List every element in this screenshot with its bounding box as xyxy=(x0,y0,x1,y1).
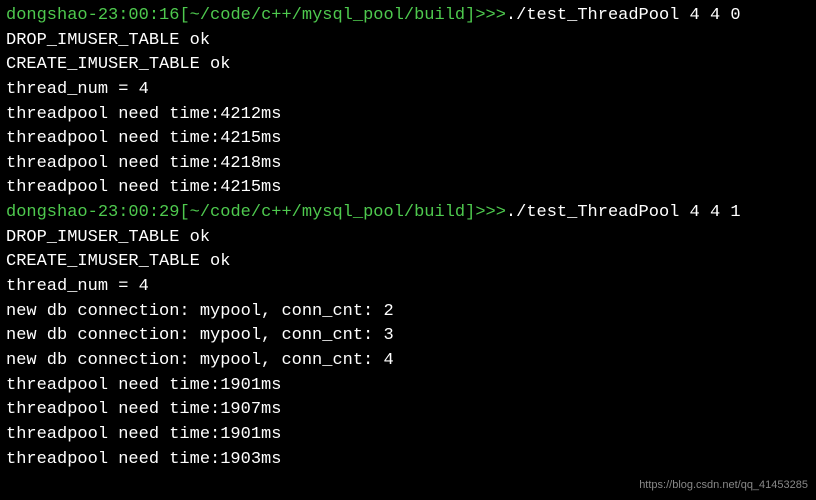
prompt-separator: - xyxy=(88,203,98,222)
prompt-time: 23:00:16 xyxy=(98,6,180,25)
terminal-output-line: CREATE_IMUSER_TABLE ok xyxy=(6,53,810,78)
output-text: CREATE_IMUSER_TABLE ok xyxy=(6,55,230,74)
prompt-bracket-open: [ xyxy=(179,203,189,222)
prompt-bracket-open: [ xyxy=(179,6,189,25)
output-text: threadpool need time:1903ms xyxy=(6,450,281,469)
output-text: DROP_IMUSER_TABLE ok xyxy=(6,31,210,50)
output-text: CREATE_IMUSER_TABLE ok xyxy=(6,252,230,271)
prompt-bracket-close: ] xyxy=(465,6,475,25)
terminal-output-line: threadpool need time:1901ms xyxy=(6,374,810,399)
prompt-bracket-close: ] xyxy=(465,203,475,222)
prompt-separator: - xyxy=(88,6,98,25)
output-text: thread_num = 4 xyxy=(6,80,149,99)
output-text: new db connection: mypool, conn_cnt: 2 xyxy=(6,302,394,321)
terminal-output-line: DROP_IMUSER_TABLE ok xyxy=(6,226,810,251)
terminal-prompt-line: dongshao-23:00:16[~/code/c++/mysql_pool/… xyxy=(6,4,810,29)
command-text: ./test_ThreadPool 4 4 0 xyxy=(506,6,741,25)
command-text: ./test_ThreadPool 4 4 1 xyxy=(506,203,741,222)
prompt-marker: >>> xyxy=(475,203,506,222)
terminal-output-line: threadpool need time:1901ms xyxy=(6,423,810,448)
prompt-time: 23:00:29 xyxy=(98,203,180,222)
terminal-output-line: thread_num = 4 xyxy=(6,78,810,103)
output-text: threadpool need time:4218ms xyxy=(6,154,281,173)
watermark-text: https://blog.csdn.net/qq_41453285 xyxy=(639,478,808,494)
terminal-output-line: threadpool need time:4218ms xyxy=(6,152,810,177)
prompt-path: ~/code/c++/mysql_pool/build xyxy=(190,203,465,222)
prompt-marker: >>> xyxy=(475,6,506,25)
output-text: threadpool need time:1907ms xyxy=(6,400,281,419)
terminal-output-line: DROP_IMUSER_TABLE ok xyxy=(6,29,810,54)
output-text: threadpool need time:4215ms xyxy=(6,129,281,148)
terminal-output-line: threadpool need time:4212ms xyxy=(6,103,810,128)
output-text: threadpool need time:1901ms xyxy=(6,376,281,395)
terminal-output[interactable]: dongshao-23:00:16[~/code/c++/mysql_pool/… xyxy=(6,4,810,472)
output-text: DROP_IMUSER_TABLE ok xyxy=(6,228,210,247)
terminal-output-line: threadpool need time:4215ms xyxy=(6,176,810,201)
terminal-output-line: thread_num = 4 xyxy=(6,275,810,300)
terminal-output-line: threadpool need time:1907ms xyxy=(6,398,810,423)
terminal-output-line: threadpool need time:1903ms xyxy=(6,448,810,473)
output-text: threadpool need time:1901ms xyxy=(6,425,281,444)
terminal-output-line: new db connection: mypool, conn_cnt: 4 xyxy=(6,349,810,374)
terminal-output-line: CREATE_IMUSER_TABLE ok xyxy=(6,250,810,275)
terminal-output-line: new db connection: mypool, conn_cnt: 2 xyxy=(6,300,810,325)
terminal-output-line: new db connection: mypool, conn_cnt: 3 xyxy=(6,324,810,349)
output-text: threadpool need time:4212ms xyxy=(6,105,281,124)
output-text: thread_num = 4 xyxy=(6,277,149,296)
output-text: new db connection: mypool, conn_cnt: 3 xyxy=(6,326,394,345)
terminal-output-line: threadpool need time:4215ms xyxy=(6,127,810,152)
terminal-prompt-line: dongshao-23:00:29[~/code/c++/mysql_pool/… xyxy=(6,201,810,226)
prompt-user: dongshao xyxy=(6,203,88,222)
output-text: new db connection: mypool, conn_cnt: 4 xyxy=(6,351,394,370)
prompt-path: ~/code/c++/mysql_pool/build xyxy=(190,6,465,25)
prompt-user: dongshao xyxy=(6,6,88,25)
output-text: threadpool need time:4215ms xyxy=(6,178,281,197)
